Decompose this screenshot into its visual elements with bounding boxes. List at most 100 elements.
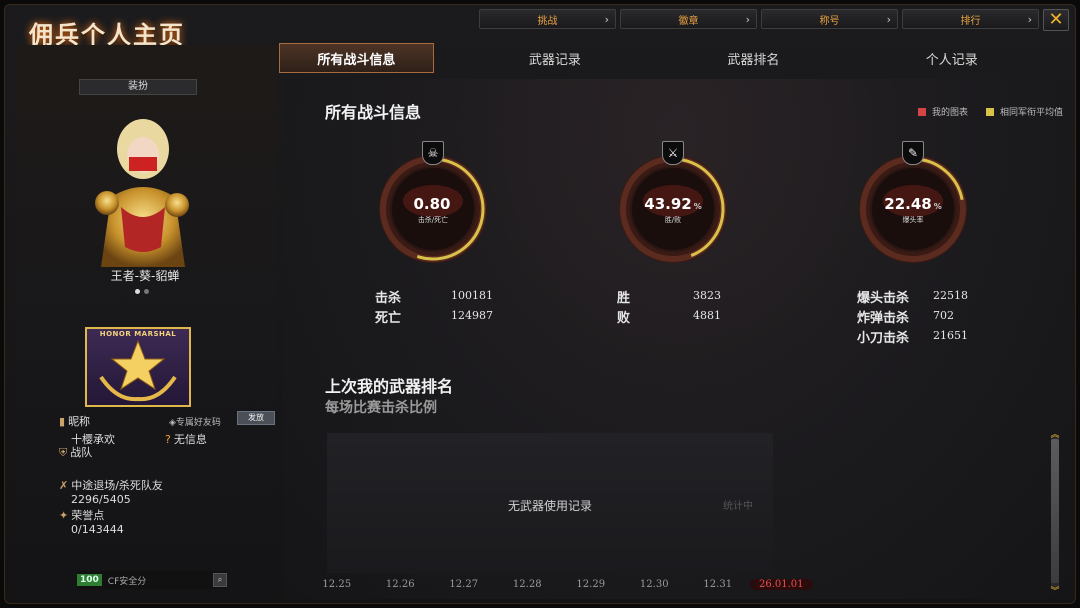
date-item[interactable]: 12.27 xyxy=(432,579,496,590)
stat-key: 炸弹击杀 xyxy=(857,311,910,326)
headshot-label: 爆头率 xyxy=(902,216,924,224)
rank-badge: HONOR MARSHAL xyxy=(85,327,191,407)
win-rate-unit: % xyxy=(693,202,702,211)
legend-swatch-avg xyxy=(985,108,994,116)
send-friend-code-button[interactable]: 发放 xyxy=(237,411,275,425)
legend-swatch-mine xyxy=(917,108,926,116)
date-item[interactable]: 12.30 xyxy=(623,579,687,590)
quit-value: 2296/5405 xyxy=(71,493,131,506)
kd-value-text: 0.80 xyxy=(413,195,451,213)
top-nav-label: 挑战 xyxy=(537,15,558,27)
weapon-ranking-title: 上次我的武器排名 xyxy=(325,377,454,396)
security-score: 100 xyxy=(77,574,102,586)
stat-losses: 败 4881 xyxy=(617,307,721,326)
top-nav-ranking[interactable]: 排行 › xyxy=(902,9,1039,29)
quit-label: ✗ 中途退场/杀死队友 xyxy=(59,477,163,493)
date-item[interactable]: 26.01.01 xyxy=(749,579,813,590)
top-nav-label: 称号 xyxy=(819,15,840,27)
weapon-chart-area: 无武器使用记录 xyxy=(327,433,773,573)
stat-headshot-kills: 爆头击杀 22518 xyxy=(857,287,968,306)
headshot-gauge: ✎ 22.48% 爆头率 xyxy=(853,141,973,269)
headshot-value-text: 22.48 xyxy=(884,195,932,213)
stat-key: 爆头击杀 xyxy=(857,291,910,306)
headshot-value: 22.48% xyxy=(853,195,973,213)
eagle-icon: ✦ xyxy=(59,509,69,522)
stat-value: 3823 xyxy=(693,289,721,302)
security-score-bar: 100 CF安全分 ⌕ xyxy=(77,571,227,589)
shield-icon: ⛨ xyxy=(59,446,68,459)
chevron-right-icon: › xyxy=(604,12,609,26)
close-button[interactable]: ✕ xyxy=(1043,9,1069,31)
date-item[interactable]: 12.25 xyxy=(305,579,369,590)
win-rate-value: 43.92% xyxy=(613,195,733,213)
nickname-label-text: 昵称 xyxy=(68,415,91,428)
battle-info-panel: 所有战斗信息 我的图表 相同军衔平均值 ☠ 0.80 击杀/死亡 ⚔ 43.92… xyxy=(283,79,1073,599)
stat-kills: 击杀 100181 xyxy=(375,287,493,306)
stat-deaths: 死亡 124987 xyxy=(375,307,493,326)
team-label-text: 战队 xyxy=(70,446,93,459)
stat-key: 小刀击杀 xyxy=(857,331,910,346)
nickname-label: ▮ 昵称 xyxy=(59,413,90,429)
no-info-text: 无信息 xyxy=(173,433,207,446)
carousel-dots[interactable] xyxy=(135,289,149,294)
user-icon: ▮ xyxy=(59,415,66,428)
kd-value: 0.80 xyxy=(373,195,493,213)
legend-mine-text: 我的图表 xyxy=(931,108,968,118)
scrollbar-thumb[interactable] xyxy=(1051,439,1059,583)
main-window: 佣兵个人主页 挑战 › 徽章 › 称号 › 排行 › ✕ 装扮 王者-葵-貂蝉 HONO… xyxy=(4,4,1076,604)
win-rate-value-text: 43.92 xyxy=(644,195,692,213)
close-icon: ✕ xyxy=(1048,9,1064,30)
top-nav-badge[interactable]: 徽章 › xyxy=(620,9,757,29)
honor-value: 0/143444 xyxy=(71,523,124,536)
tag-icon: ◈ xyxy=(169,418,176,428)
stat-key: 死亡 xyxy=(375,311,402,326)
kd-gauge: ☠ 0.80 击杀/死亡 xyxy=(373,141,493,269)
tab-weapon-ranking[interactable]: 武器排名 xyxy=(676,43,830,73)
stat-value: 4881 xyxy=(693,309,721,322)
date-item[interactable]: 12.29 xyxy=(559,579,623,590)
no-info: ? 无信息 xyxy=(165,431,207,447)
rank-badge-text: HONOR MARSHAL xyxy=(99,330,177,338)
legend-avg: 相同军衔平均值 xyxy=(985,105,1063,118)
legend-avg-text: 相同军衔平均值 xyxy=(999,108,1063,118)
win-rate-gauge: ⚔ 43.92% 胜/败 xyxy=(613,141,733,269)
security-label: CF安全分 xyxy=(107,576,147,587)
date-item[interactable]: 12.28 xyxy=(496,579,560,590)
skull-icon: ☠ xyxy=(422,141,444,165)
friend-code-label: ◈专属好友码 xyxy=(169,415,221,428)
stat-knife-kills: 小刀击杀 21651 xyxy=(857,327,968,346)
tab-all-battle-info[interactable]: 所有战斗信息 xyxy=(279,43,434,73)
weapon-ranking-subtitle: 每场比赛击杀比例 xyxy=(325,400,437,416)
date-item[interactable]: 12.26 xyxy=(369,579,433,590)
chart-legend: 我的图表 相同军衔平均值 xyxy=(917,105,1063,118)
stat-value: 124987 xyxy=(451,309,493,322)
character-avatar xyxy=(95,119,189,267)
top-nav-challenge[interactable]: 挑战 › xyxy=(479,9,616,29)
date-item[interactable]: 12.31 xyxy=(686,579,750,590)
tab-personal-records[interactable]: 个人记录 xyxy=(875,43,1029,73)
stat-key: 击杀 xyxy=(375,291,402,306)
search-icon[interactable]: ⌕ xyxy=(213,573,227,587)
carousel-dot[interactable] xyxy=(135,289,140,294)
marshal-star-icon xyxy=(99,339,177,402)
headshot-unit: % xyxy=(933,202,942,211)
top-nav: 挑战 › 徽章 › 称号 › 排行 › xyxy=(479,9,1039,29)
top-nav-label: 排行 xyxy=(960,15,981,27)
top-nav-label: 徽章 xyxy=(678,15,699,27)
no-weapon-record: 无武器使用记录 xyxy=(507,499,592,513)
tab-weapon-records[interactable]: 武器记录 xyxy=(478,43,632,73)
runner-icon: ✗ xyxy=(59,479,69,492)
rifle-icon: ✎ xyxy=(902,141,924,165)
skin-button[interactable]: 装扮 xyxy=(79,79,197,95)
friend-code-text: 专属好友码 xyxy=(175,418,221,428)
carousel-dot[interactable] xyxy=(144,289,149,294)
top-nav-title[interactable]: 称号 › xyxy=(761,9,898,29)
chevron-down-icon[interactable]: ︾ xyxy=(1049,584,1061,597)
scrollbar[interactable]: ︽ ︾ xyxy=(1050,430,1059,597)
stat-value: 702 xyxy=(933,309,954,322)
crossed-guns-icon: ⚔ xyxy=(662,141,684,165)
win-rate-label: 胜/败 xyxy=(664,216,682,224)
character-name: 王者-葵-貂蝉 xyxy=(110,269,180,283)
stat-wins: 胜 3823 xyxy=(617,287,721,306)
quit-label-text: 中途退场/杀死队友 xyxy=(71,479,163,492)
